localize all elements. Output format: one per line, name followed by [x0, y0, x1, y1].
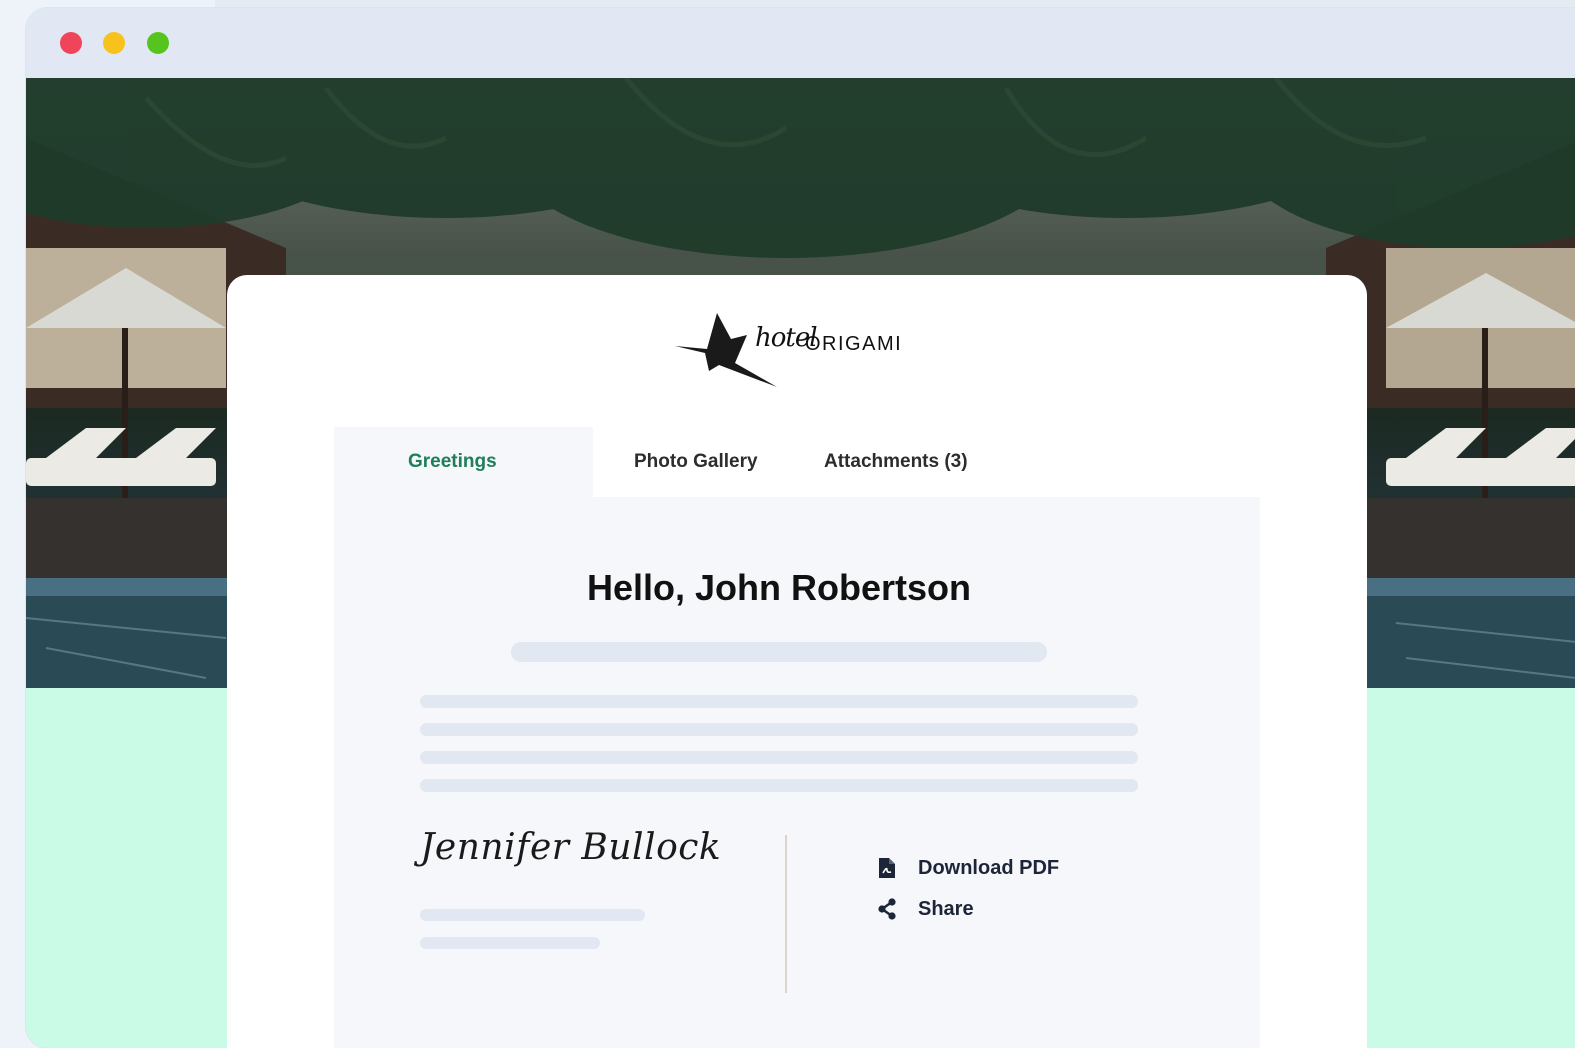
logo-wordmark: ORIGAMI [805, 333, 903, 355]
maximize-window-button[interactable] [147, 32, 169, 54]
download-pdf-label: Download PDF [918, 856, 1060, 879]
browser-window: hotel ORIGAMI Greetings Photo Gallery At… [26, 8, 1575, 1048]
download-pdf-button[interactable]: Download PDF [876, 853, 1059, 883]
tab-greetings[interactable]: Greetings [334, 427, 593, 497]
signature-name: Jennifer Bullock [420, 827, 722, 868]
window-titlebar [26, 8, 1575, 78]
share-button[interactable]: Share [876, 894, 974, 924]
greetings-panel: Hello, John Robertson Jennifer Bullock D [334, 497, 1260, 1048]
greeting-card: hotel ORIGAMI Greetings Photo Gallery At… [227, 275, 1367, 1048]
share-icon [876, 898, 898, 920]
greeting-heading: Hello, John Robertson [586, 567, 971, 608]
text-line-placeholder [420, 723, 1138, 736]
text-line-placeholder [420, 779, 1138, 792]
tab-bar: Greetings Photo Gallery Attachments (3) [334, 427, 1260, 497]
signature-line-placeholder [420, 937, 600, 949]
text-line-placeholder [420, 695, 1138, 708]
vertical-divider [785, 835, 787, 993]
tab-photo-gallery-label: Photo Gallery [634, 451, 758, 472]
minimize-window-button[interactable] [103, 32, 125, 54]
pdf-file-icon [876, 857, 898, 879]
tab-attachments-label: Attachments (3) [824, 451, 968, 472]
tab-greetings-label: Greetings [408, 451, 497, 472]
subtitle-placeholder [511, 642, 1047, 662]
share-label: Share [918, 897, 974, 920]
browser-top-strip [215, 0, 1575, 8]
signature-line-placeholder [420, 909, 645, 921]
text-line-placeholder [420, 751, 1138, 764]
close-window-button[interactable] [60, 32, 82, 54]
tab-attachments[interactable]: Attachments (3) [824, 427, 968, 497]
tab-photo-gallery[interactable]: Photo Gallery [634, 427, 758, 497]
